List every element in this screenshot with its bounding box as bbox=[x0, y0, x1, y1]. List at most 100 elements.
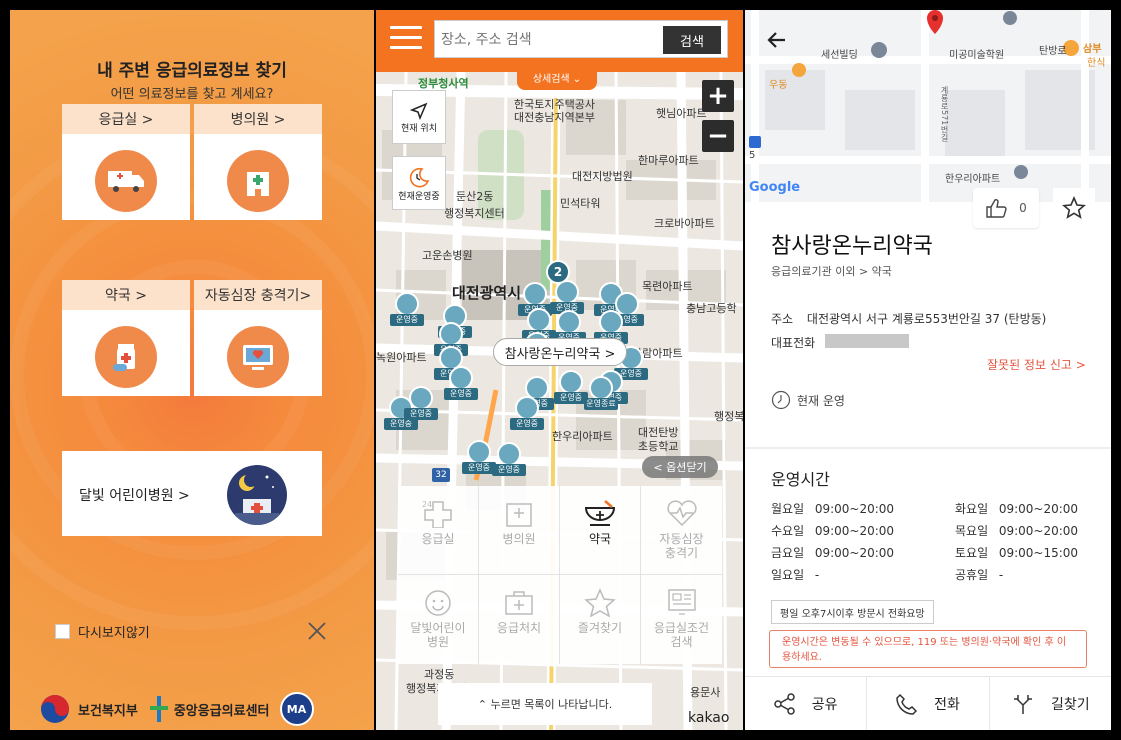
category-emergency-room[interactable]: 24 응급실 bbox=[398, 486, 479, 575]
category-first-aid[interactable]: 응급처치 bbox=[479, 575, 560, 664]
hours-row: 목요일 09:00~20:00 bbox=[955, 524, 1079, 538]
map-label-city-hall: 대전광역시 bbox=[452, 284, 522, 302]
pharmacy-card[interactable]: 약국 > bbox=[62, 280, 190, 396]
zoom-out-button[interactable]: − bbox=[702, 120, 734, 152]
category-label: 병의원 bbox=[502, 532, 536, 546]
phone-icon bbox=[896, 693, 918, 715]
pharmacy-pin[interactable]: 운영중 bbox=[492, 442, 526, 478]
phone-number-redacted[interactable] bbox=[825, 334, 909, 348]
category-favorites[interactable]: 즐겨찾기 bbox=[560, 575, 641, 664]
dont-show-again-row[interactable]: 다시보지않기 bbox=[55, 622, 150, 641]
phone-label: 대표전화 bbox=[771, 336, 816, 350]
call-button[interactable]: 전화 bbox=[867, 677, 990, 730]
hours-row: 토요일 09:00~15:00 bbox=[955, 546, 1079, 560]
aed-card[interactable]: 자동심장 충격기> bbox=[194, 280, 322, 396]
pharmacy-pin[interactable]: 운영중 bbox=[390, 292, 424, 328]
pharmacy-detail-panel: 세선빌딩 미공미술학원 탄방로 삼부 한식 우동 한우리아파트 계룡로571번길… bbox=[745, 10, 1111, 730]
category-er-condition-search[interactable]: 응급실조건 검색 bbox=[641, 575, 722, 664]
map-label: 대전충남지역본부 bbox=[514, 111, 595, 124]
pharmacy-pin[interactable]: 운영중 bbox=[404, 386, 438, 422]
pharmacy-name: 참사랑온누리약국 bbox=[771, 234, 933, 259]
star-icon bbox=[584, 588, 616, 617]
cluster-badge[interactable]: 2 bbox=[546, 260, 570, 284]
search-button[interactable]: 검색 bbox=[663, 26, 721, 54]
back-button[interactable] bbox=[765, 28, 789, 52]
current-location-button[interactable]: 현재 위치 bbox=[392, 90, 446, 144]
share-icon bbox=[774, 692, 795, 715]
kakao-logo: kakao bbox=[688, 710, 730, 726]
menu-icon[interactable] bbox=[390, 26, 422, 50]
map-label: 행정복지센터 bbox=[444, 207, 505, 220]
svg-text:24: 24 bbox=[422, 500, 432, 509]
hours-row: 공휴일 - bbox=[955, 568, 1004, 582]
card-label: 자동심장 충격기> bbox=[194, 280, 322, 310]
phone-row: 대표전화 bbox=[771, 334, 815, 351]
search-box[interactable]: 검색 bbox=[434, 20, 728, 58]
pharmacy-bowl-icon bbox=[523, 282, 547, 306]
pharmacy-pin[interactable]: 운영중 bbox=[554, 370, 588, 406]
google-logo: Google bbox=[749, 180, 801, 195]
address-value[interactable]: 대전광역시 서구 계룡로553번안길 37 (탄방동) bbox=[807, 312, 1046, 326]
zoom-in-button[interactable]: + bbox=[702, 80, 734, 112]
map-label: 고운손병원 bbox=[422, 249, 473, 262]
favorite-button[interactable] bbox=[1053, 188, 1095, 228]
map-label: 민석타워 bbox=[560, 197, 601, 210]
pharmacy-bowl-icon bbox=[467, 440, 491, 464]
emergency-room-card[interactable]: 응급실 > bbox=[62, 104, 190, 220]
card-label: 응급실 > bbox=[62, 104, 190, 134]
directions-icon bbox=[1014, 694, 1032, 714]
map-label: 행정복 bbox=[714, 410, 743, 423]
detail-search-tab[interactable]: 상세검색 ⌄ bbox=[517, 72, 597, 90]
star-icon bbox=[1062, 196, 1086, 219]
map-label: 세선빌딩 bbox=[821, 50, 858, 61]
operating-status: 현재 운영 bbox=[771, 390, 845, 410]
pharmacy-pin[interactable]: 운영중 bbox=[444, 366, 478, 402]
detail-map[interactable]: 세선빌딩 미공미술학원 탄방로 삼부 한식 우동 한우리아파트 계룡로571번길… bbox=[745, 10, 1111, 202]
search-input[interactable] bbox=[441, 29, 651, 51]
like-button[interactable]: 0 bbox=[973, 188, 1039, 228]
category-label: 응급처치 bbox=[496, 621, 542, 635]
map-label: 한우리아파트 bbox=[552, 430, 613, 443]
action-bar: 공유 전화 길찾기 bbox=[745, 676, 1111, 730]
map-label: 햇님아파트 bbox=[656, 107, 707, 120]
selected-pharmacy-callout[interactable]: 참사랑온누리약국 > bbox=[493, 338, 627, 366]
list-toggle-bar[interactable]: ⌃ 누르면 목록이 나타납니다. bbox=[438, 683, 652, 725]
category-label: 약국 bbox=[588, 532, 612, 546]
category-label: 응급실조건 검색 bbox=[653, 621, 710, 649]
clock-icon bbox=[771, 390, 791, 410]
pharmacy-pin[interactable]: 운영종료 bbox=[584, 376, 618, 412]
category-aed[interactable]: 자동심장 충격기 bbox=[641, 486, 722, 575]
share-button[interactable]: 공유 bbox=[745, 677, 868, 730]
operating-filter-button[interactable]: 현재운영중 bbox=[392, 156, 446, 210]
address-row: 주소 대전광역시 서구 계룡로553번안길 37 (탄방동) bbox=[771, 310, 1046, 327]
hours-row: 수요일 09:00~20:00 bbox=[771, 524, 895, 538]
report-wrong-info-link[interactable]: 잘못된 정보 신고 > bbox=[987, 356, 1086, 373]
first-aid-kit-icon bbox=[505, 591, 533, 615]
home-panel: 내 주변 응급의료정보 찾기 어떤 의료정보를 찾고 계세요? 응급실 > 병의… bbox=[10, 10, 374, 730]
pharmacy-pin[interactable]: 운영중 bbox=[462, 440, 496, 476]
map-label: 계룡로571번길 bbox=[940, 86, 949, 142]
divider bbox=[745, 447, 1111, 449]
directions-button[interactable]: 길찾기 bbox=[990, 677, 1111, 730]
category-hospital[interactable]: 병의원 bbox=[479, 486, 560, 575]
pin-status-label: 운영종료 bbox=[584, 398, 618, 410]
category-pharmacy[interactable]: 약국 bbox=[560, 486, 641, 575]
pharmacy-pin[interactable]: 운영중 bbox=[510, 396, 544, 432]
pharmacy-bowl-icon bbox=[584, 500, 616, 526]
pin-status-label: 운영중 bbox=[510, 418, 544, 430]
category-night-children-hospital[interactable]: 달빛어린이 병원 bbox=[398, 575, 479, 664]
pin-status-label: 운영중 bbox=[462, 462, 496, 474]
pharmacy-bowl-icon bbox=[409, 386, 433, 410]
hours-title: 운영시간 bbox=[771, 470, 830, 489]
close-icon[interactable] bbox=[307, 621, 327, 641]
map-label: 크로바아파트 bbox=[654, 217, 715, 230]
pin-status-label: 운영중 bbox=[390, 314, 424, 326]
dont-show-again-checkbox[interactable] bbox=[55, 624, 70, 639]
pin-status-label: 운영중 bbox=[404, 408, 438, 420]
hospital-card[interactable]: 병의원 > bbox=[194, 104, 322, 220]
hours-warning: 운영시간은 변동될 수 있으므로, 119 또는 병의원·약국에 확인 후 이용… bbox=[769, 630, 1087, 668]
option-close-button[interactable]: < 옵션닫기 bbox=[642, 456, 718, 478]
map-label: 5 bbox=[749, 150, 756, 161]
map-label: 한마루아파트 bbox=[638, 154, 699, 167]
night-children-hospital-card[interactable]: 달빛 어린이병원 > bbox=[62, 451, 322, 536]
